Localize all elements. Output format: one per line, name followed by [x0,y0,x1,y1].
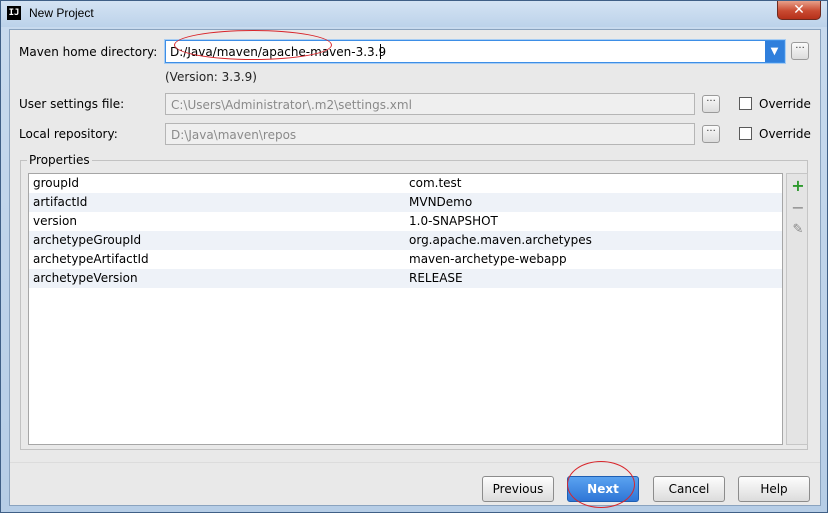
title-bar: IJ New Project ✕ [1,1,827,27]
remove-icon[interactable]: − [787,198,809,218]
table-row[interactable]: version 1.0-SNAPSHOT [29,212,782,231]
property-key: archetypeVersion [33,271,138,285]
help-button[interactable]: Help [738,476,810,502]
close-button[interactable]: ✕ [777,1,821,20]
maven-version-note: (Version: 3.3.9) [165,70,257,84]
local-repository-label: Local repository: [19,127,118,141]
property-value: RELEASE [409,271,463,285]
maven-home-browse-button[interactable]: ··· [791,42,809,60]
property-value: 1.0-SNAPSHOT [409,214,498,228]
property-value: com.test [409,176,462,190]
properties-table[interactable]: groupId com.test artifactId MVNDemo vers… [28,173,783,445]
user-settings-field[interactable]: C:\Users\Administrator\.m2\settings.xml [165,93,695,115]
new-project-window: IJ New Project ✕ Maven home directory: D… [0,0,828,513]
user-settings-override-label: Override [759,97,811,111]
add-icon[interactable]: + [787,176,809,196]
property-value: MVNDemo [409,195,473,209]
local-repository-browse-button[interactable]: ··· [702,125,720,143]
user-settings-override-checkbox[interactable] [739,97,752,110]
properties-toolbar: + − ✎ [786,173,808,445]
footer-divider [10,462,820,463]
next-button[interactable]: Next [567,476,639,502]
properties-title: Properties [27,153,92,167]
table-row[interactable]: groupId com.test [29,174,782,193]
cancel-button[interactable]: Cancel [653,476,725,502]
edit-icon[interactable]: ✎ [787,220,809,240]
local-repository-field[interactable]: D:\Java\maven\repos [165,123,695,145]
properties-group: Properties groupId com.test artifactId M… [20,153,808,450]
user-settings-label: User settings file: [19,97,125,111]
maven-home-label: Maven home directory: [19,45,158,59]
user-settings-value: C:\Users\Administrator\.m2\settings.xml [171,98,412,112]
property-key: archetypeArtifactId [33,252,149,266]
local-repository-value: D:\Java\maven\repos [171,128,297,142]
table-row[interactable]: archetypeArtifactId maven-archetype-weba… [29,250,782,269]
text-caret [380,44,381,59]
property-value: maven-archetype-webapp [409,252,567,266]
dialog-content: Maven home directory: D:/Java/maven/apac… [9,29,821,508]
table-row[interactable]: archetypeGroupId org.apache.maven.archet… [29,231,782,250]
table-row[interactable]: artifactId MVNDemo [29,193,782,212]
intellij-app-icon: IJ [7,6,21,20]
maven-home-value: D:/Java/maven/apache-maven-3.3.9 [170,45,387,59]
table-row[interactable]: archetypeVersion RELEASE [29,269,782,288]
property-key: artifactId [33,195,88,209]
maven-home-combobox[interactable]: D:/Java/maven/apache-maven-3.3.9 ▼ [165,40,785,63]
property-value: org.apache.maven.archetypes [409,233,592,247]
local-repository-override-label: Override [759,127,811,141]
property-key: version [33,214,77,228]
window-title: New Project [29,6,94,20]
previous-button[interactable]: Previous [482,476,554,502]
user-settings-browse-button[interactable]: ··· [702,95,720,113]
property-key: groupId [33,176,80,190]
chevron-down-icon[interactable]: ▼ [765,41,784,62]
local-repository-override-checkbox[interactable] [739,127,752,140]
property-key: archetypeGroupId [33,233,142,247]
